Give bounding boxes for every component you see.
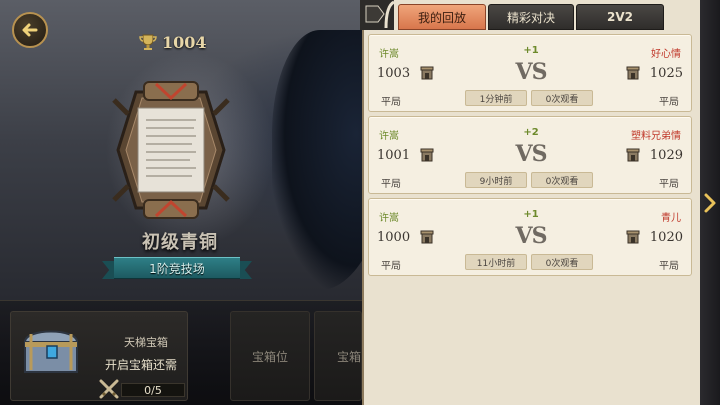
tower-icon (626, 148, 640, 162)
arrow-left-icon (22, 23, 38, 37)
tower-icon (420, 230, 434, 244)
player1-score: 1003 (377, 66, 411, 81)
crossed-swords-icon (99, 379, 119, 399)
player2-name: 好心情 (651, 49, 681, 60)
ladder-chest-slot[interactable]: 天梯宝箱 开启宝箱还需 0/5 (10, 311, 188, 401)
replay-card[interactable]: 许嵩 +1 好心情 1003 VS 1025 平局 1分钟前 0次观看 平局 (368, 34, 692, 112)
player1-score: 1001 (377, 148, 411, 163)
replay-views: 0次观看 (531, 254, 593, 270)
chest-title: 天梯宝箱 (124, 336, 168, 349)
empty-chest-slot-partial[interactable]: 宝箱 (314, 311, 362, 401)
tower-icon (626, 66, 640, 80)
player1-result: 平局 (381, 261, 401, 272)
bronze-rank-emblem-icon (112, 81, 230, 219)
trophy-delta: +1 (523, 209, 539, 220)
player1-name: 许嵩 (379, 213, 399, 224)
tab-my-replays[interactable]: 我的回放 (398, 4, 486, 30)
player2-score: 1029 (649, 148, 683, 163)
player2-name: 塑料兄弟情 (631, 131, 681, 142)
replay-card[interactable]: 许嵩 +2 塑料兄弟情 1001 VS 1029 平局 9小时前 0次观看 平局 (368, 116, 692, 194)
vs-label: VS (515, 223, 548, 249)
tower-icon (420, 148, 434, 162)
tab-featured-battles[interactable]: 精彩对决 (488, 4, 574, 30)
ribbon-band: 1阶竞技场 (114, 257, 240, 279)
treasure-chest-icon (23, 330, 79, 373)
chest-bar: 天梯宝箱 开启宝箱还需 0/5 宝箱位 宝箱 (0, 300, 362, 405)
dark-wing-art (272, 30, 362, 290)
chest-progress: 0/5 (97, 379, 189, 399)
player1-result: 平局 (381, 179, 401, 190)
player1-result: 平局 (381, 97, 401, 108)
chest-desc: 开启宝箱还需 (104, 358, 177, 372)
player2-result: 平局 (659, 179, 679, 190)
tower-icon (420, 66, 434, 80)
replay-card[interactable]: 许嵩 +1 青儿 1000 VS 1020 平局 11小时前 0次观看 平局 (368, 198, 692, 276)
scroll-spine-ornament (360, 0, 394, 30)
player2-result: 平局 (659, 97, 679, 108)
player2-score: 1020 (649, 230, 683, 245)
tab-2v2[interactable]: 2V2 (576, 4, 664, 30)
player2-name: 青儿 (661, 213, 681, 224)
player1-score: 1000 (377, 230, 411, 245)
vs-label: VS (515, 141, 548, 167)
trophy-value: 1004 (162, 32, 207, 52)
back-button[interactable] (12, 12, 48, 48)
trophy-count: 1004 (138, 32, 207, 52)
empty-chest-slot[interactable]: 宝箱位 (230, 311, 310, 401)
rank-tier-ribbon: 1阶竞技场 (102, 255, 252, 281)
replay-time: 9小时前 (465, 172, 527, 188)
trophy-delta: +2 (523, 127, 539, 138)
replay-time: 1分钟前 (465, 90, 527, 106)
trophy-delta: +1 (523, 45, 539, 56)
vs-label: VS (515, 59, 548, 85)
rank-tier-label: 1阶竞技场 (149, 261, 205, 276)
replay-tabs: 我的回放 精彩对决 2V2 (398, 4, 664, 30)
tower-icon (626, 230, 640, 244)
trophy-icon (139, 34, 157, 50)
player1-name: 许嵩 (379, 131, 399, 142)
chest-progress-value: 0/5 (121, 383, 185, 397)
replay-views: 0次观看 (531, 172, 593, 188)
player1-name: 许嵩 (379, 49, 399, 60)
empty-slot-label-partial: 宝箱 (337, 349, 362, 364)
replay-time: 11小时前 (465, 254, 527, 270)
empty-slot-label: 宝箱位 (251, 349, 288, 364)
rank-name: 初级青铜 (142, 232, 218, 253)
player2-result: 平局 (659, 261, 679, 272)
replay-views: 0次观看 (531, 90, 593, 106)
player2-score: 1025 (649, 66, 683, 81)
arena-scene: 1004 初级青铜 1阶竞技场 天梯宝箱 开启宝箱还需 0/5 宝箱位 宝箱 (0, 0, 362, 405)
chevron-right-icon[interactable] (702, 192, 718, 214)
